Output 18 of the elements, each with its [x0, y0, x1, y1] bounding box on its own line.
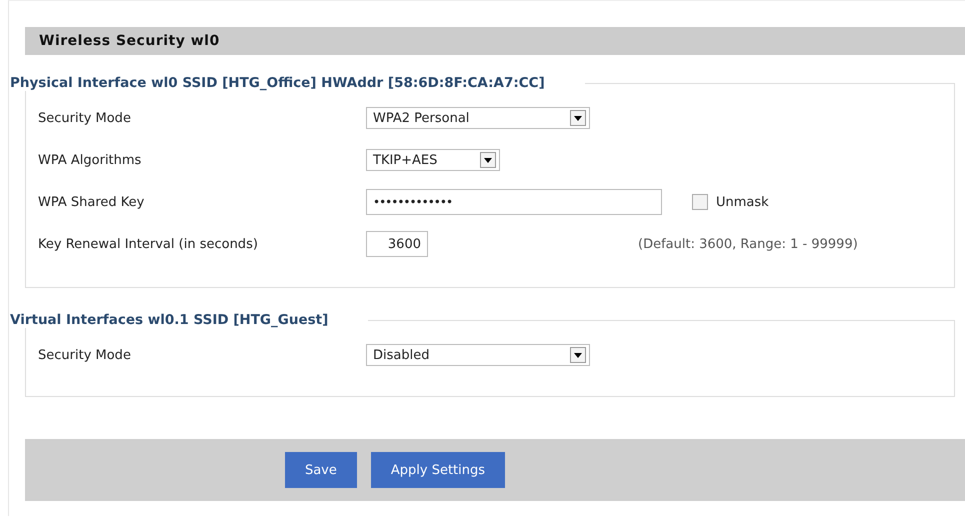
- dropdown[interactable]: TKIP+AES: [366, 149, 500, 171]
- field-label: Key Renewal Interval (in seconds): [38, 236, 259, 252]
- field-label: WPA Algorithms: [38, 152, 142, 168]
- field-label: WPA Shared Key: [38, 194, 146, 210]
- dropdown[interactable]: WPA2 Personal: [366, 107, 590, 129]
- group-legend: Virtual Interfaces wl0.1 SSID [HTG_Guest]: [9, 312, 368, 328]
- hint-text: (Default: 3600, Range: 1 - 99999): [638, 236, 858, 252]
- field-label: Security Mode: [38, 110, 132, 126]
- group-legend: Physical Interface wl0 SSID [HTG_Office] HWAddr [58:6D:8F:CA:A7:CC]: [9, 75, 585, 91]
- input-field[interactable]: 3600: [366, 231, 428, 257]
- field-label: Security Mode: [38, 348, 132, 362]
- checkbox[interactable]: [692, 194, 708, 210]
- checkbox-label: Unmask: [716, 194, 769, 210]
- action-button[interactable]: Save: [284, 452, 357, 488]
- action-button[interactable]: Apply Settings: [370, 452, 506, 488]
- dropdown[interactable]: Disabled: [366, 344, 590, 366]
- password-field[interactable]: •••••••••••••: [366, 189, 662, 215]
- section-title: Wireless Security wl0: [39, 33, 220, 49]
